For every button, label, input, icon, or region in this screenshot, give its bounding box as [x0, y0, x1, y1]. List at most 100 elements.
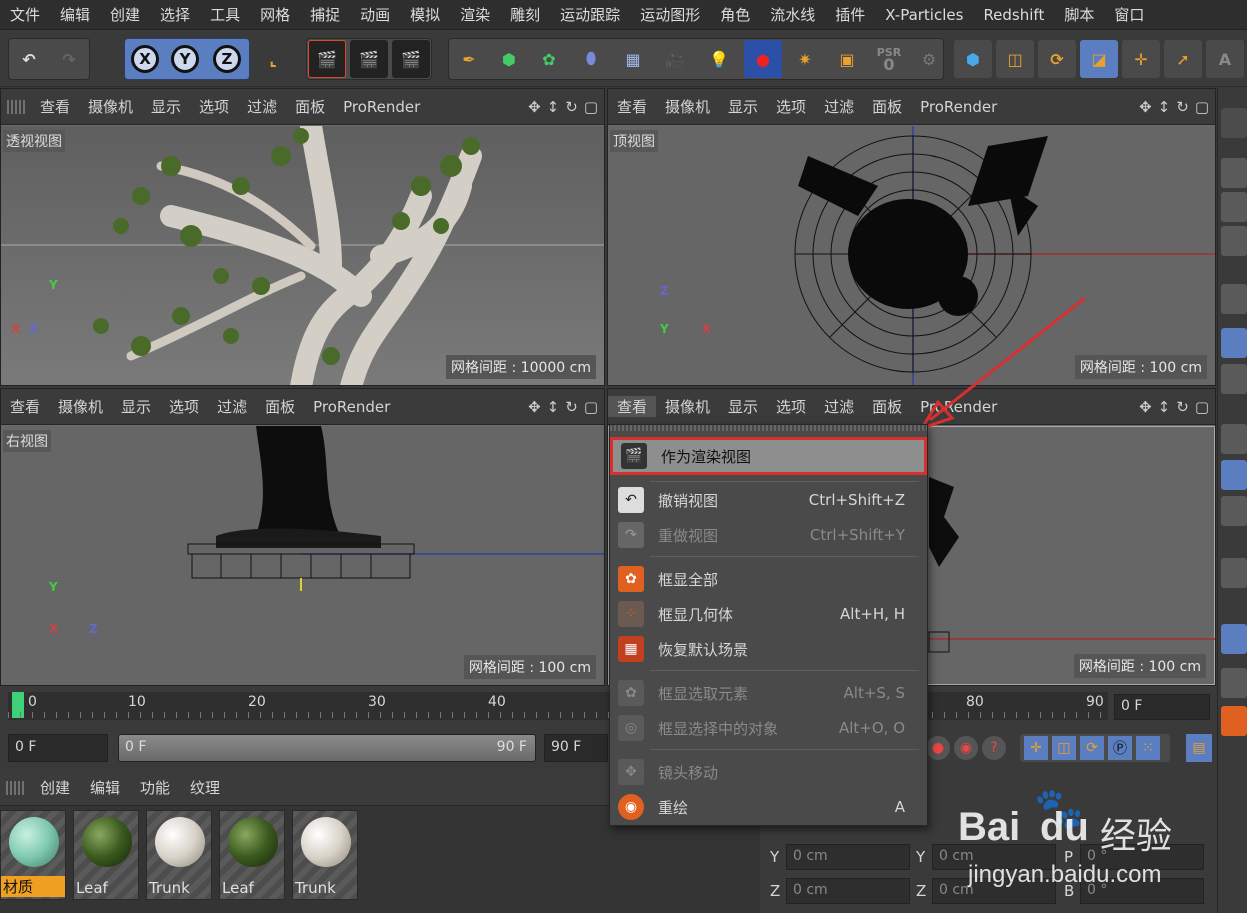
- panel-grip-icon[interactable]: [6, 780, 24, 795]
- vp1-menu-display[interactable]: 显示: [142, 96, 190, 117]
- key-position-icon[interactable]: ✛: [1024, 736, 1048, 760]
- generator-button[interactable]: ✿: [530, 40, 568, 78]
- key-pla-icon[interactable]: ⁙: [1136, 736, 1160, 760]
- menu-item-frame-objects[interactable]: ◎ 框显选择中的对象 Alt+O, O: [610, 711, 927, 745]
- key-rotation-icon[interactable]: ⟳: [1080, 736, 1104, 760]
- mat-menu-texture[interactable]: 纹理: [180, 777, 230, 798]
- menu-mograph[interactable]: 运动图形: [630, 4, 710, 25]
- light-button[interactable]: 💡: [700, 40, 738, 78]
- range-slider[interactable]: 0 F 90 F: [118, 734, 536, 762]
- vp3-menu-camera[interactable]: 摄像机: [49, 396, 112, 417]
- menu-item-camera-move[interactable]: ✥ 镜头移动: [610, 755, 927, 789]
- position-y-field[interactable]: 0 cm: [786, 844, 910, 870]
- strip-tool-1[interactable]: [1221, 108, 1247, 138]
- redo-button[interactable]: ↷: [50, 40, 88, 78]
- menu-item-redo-view[interactable]: ↷ 重做视图 Ctrl+Shift+Y: [610, 518, 927, 552]
- pan-icon[interactable]: ✥: [1139, 398, 1152, 416]
- vp4-menu-camera[interactable]: 摄像机: [656, 396, 719, 417]
- menu-render[interactable]: 渲染: [450, 4, 500, 25]
- vp4-menu-options[interactable]: 选项: [767, 396, 815, 417]
- text-tool-button[interactable]: A: [1206, 40, 1244, 78]
- vp3-menu-panel[interactable]: 面板: [256, 396, 304, 417]
- strip-tool-6[interactable]: [1221, 328, 1247, 358]
- pen-tool-button[interactable]: ✒: [450, 40, 488, 78]
- orbit-icon[interactable]: ↻: [565, 398, 578, 416]
- menu-motion-tracking[interactable]: 运动跟踪: [550, 4, 630, 25]
- strip-tool-7[interactable]: [1221, 364, 1247, 394]
- strip-tool-11[interactable]: [1221, 558, 1247, 588]
- menu-item-redraw[interactable]: ◉ 重绘 A: [610, 790, 927, 824]
- material-swatch[interactable]: 材质: [0, 810, 66, 900]
- vp3-menu-display[interactable]: 显示: [112, 396, 160, 417]
- menu-plugins[interactable]: 插件: [825, 4, 875, 25]
- autokey-button[interactable]: ●: [926, 736, 950, 760]
- undo-button[interactable]: ↶: [10, 40, 48, 78]
- psr-button[interactable]: PSR 0: [870, 40, 908, 78]
- vp2-menu-filter[interactable]: 过滤: [815, 96, 863, 117]
- perspective-canvas[interactable]: 透视视图 Y X Z 网格间距 : 10000 cm: [1, 126, 604, 385]
- vp1-menu-options[interactable]: 选项: [190, 96, 238, 117]
- menu-pipeline[interactable]: 流水线: [760, 4, 825, 25]
- vp4-menu-display[interactable]: 显示: [719, 396, 767, 417]
- right-canvas[interactable]: 右视图 Y X Z 网格间距 : 100 cm: [1, 426, 604, 685]
- material-swatch[interactable]: Leaf: [219, 810, 285, 900]
- orbit-icon[interactable]: ↻: [565, 98, 578, 116]
- menu-sculpt[interactable]: 雕刻: [500, 4, 550, 25]
- vp1-menu-view[interactable]: 查看: [31, 96, 79, 117]
- camera-button[interactable]: 🎥: [656, 40, 694, 78]
- vp4-menu-filter[interactable]: 过滤: [815, 396, 863, 417]
- render-view-button[interactable]: 🎬: [308, 40, 346, 78]
- vp1-menu-prorender[interactable]: ProRender: [334, 98, 429, 116]
- menu-x-particles[interactable]: X-Particles: [875, 6, 973, 24]
- menu-item-frame-all[interactable]: ✿ 框显全部: [610, 562, 927, 596]
- menu-file[interactable]: 文件: [0, 4, 50, 25]
- dolly-icon[interactable]: ↕: [547, 98, 560, 116]
- maximize-icon[interactable]: ▢: [584, 98, 598, 116]
- menu-tools[interactable]: 工具: [200, 4, 250, 25]
- z-axis-lock-button[interactable]: Z: [208, 40, 246, 78]
- menu-redshift[interactable]: Redshift: [973, 6, 1054, 24]
- pan-icon[interactable]: ✥: [528, 398, 541, 416]
- tag-button[interactable]: ▣: [828, 40, 866, 78]
- menu-character[interactable]: 角色: [710, 4, 760, 25]
- pan-icon[interactable]: ✥: [1139, 98, 1152, 116]
- strip-tool-12[interactable]: [1221, 624, 1247, 654]
- deformer-button[interactable]: ⬮: [572, 40, 610, 78]
- menu-snap[interactable]: 捕捉: [300, 4, 350, 25]
- orbit-icon[interactable]: ↻: [1176, 98, 1189, 116]
- menu-simulate[interactable]: 模拟: [400, 4, 450, 25]
- strip-tool-13[interactable]: [1221, 668, 1247, 698]
- help-key-button[interactable]: ?: [982, 736, 1006, 760]
- end-frame-field[interactable]: 90 F: [544, 734, 608, 762]
- vp3-menu-view[interactable]: 查看: [1, 396, 49, 417]
- key-param-icon[interactable]: Ⓟ: [1108, 736, 1132, 760]
- rotate-tool-button[interactable]: ⟳: [1038, 40, 1076, 78]
- timeline-window-button[interactable]: ▤: [1186, 734, 1212, 762]
- material-swatch[interactable]: Trunk: [292, 810, 358, 900]
- snap-settings-button[interactable]: ⚙: [910, 40, 948, 78]
- start-frame-field[interactable]: 0 F: [8, 734, 108, 762]
- perspective-viewport[interactable]: 查看 摄像机 显示 选项 过滤 面板 ProRender ✥ ↕ ↻ ▢ 透视视图 Y…: [0, 88, 605, 386]
- vp2-menu-prorender[interactable]: ProRender: [911, 98, 1006, 116]
- cube-primitive-button[interactable]: ⬢: [490, 40, 528, 78]
- floor-button[interactable]: ▦: [614, 40, 652, 78]
- menu-item-undo-view[interactable]: ↶ 撤销视图 Ctrl+Shift+Z: [610, 483, 927, 517]
- vp2-menu-camera[interactable]: 摄像机: [656, 96, 719, 117]
- menu-tear-off[interactable]: [610, 425, 927, 431]
- menu-edit[interactable]: 编辑: [50, 4, 100, 25]
- strip-tool-5[interactable]: [1221, 284, 1247, 314]
- render-settings-button[interactable]: 🎬: [392, 40, 430, 78]
- menu-window[interactable]: 窗口: [1104, 4, 1154, 25]
- dolly-icon[interactable]: ↕: [547, 398, 560, 416]
- vp3-menu-prorender[interactable]: ProRender: [304, 398, 399, 416]
- menu-item-frame-selected[interactable]: ✿ 框显选取元素 Alt+S, S: [610, 676, 927, 710]
- strip-tool-8[interactable]: [1221, 424, 1247, 454]
- scale-tool-button[interactable]: ◫: [996, 40, 1034, 78]
- mat-menu-edit[interactable]: 编辑: [80, 777, 130, 798]
- vp2-menu-view[interactable]: 查看: [608, 96, 656, 117]
- strip-tool-10[interactable]: [1221, 496, 1247, 526]
- maximize-icon[interactable]: ▢: [1195, 98, 1209, 116]
- right-viewport[interactable]: 查看 摄像机 显示 选项 过滤 面板 ProRender ✥ ↕ ↻ ▢ 右视图 Y …: [0, 388, 605, 686]
- strip-tool-9[interactable]: [1221, 460, 1247, 490]
- strip-tool-4[interactable]: [1221, 226, 1247, 256]
